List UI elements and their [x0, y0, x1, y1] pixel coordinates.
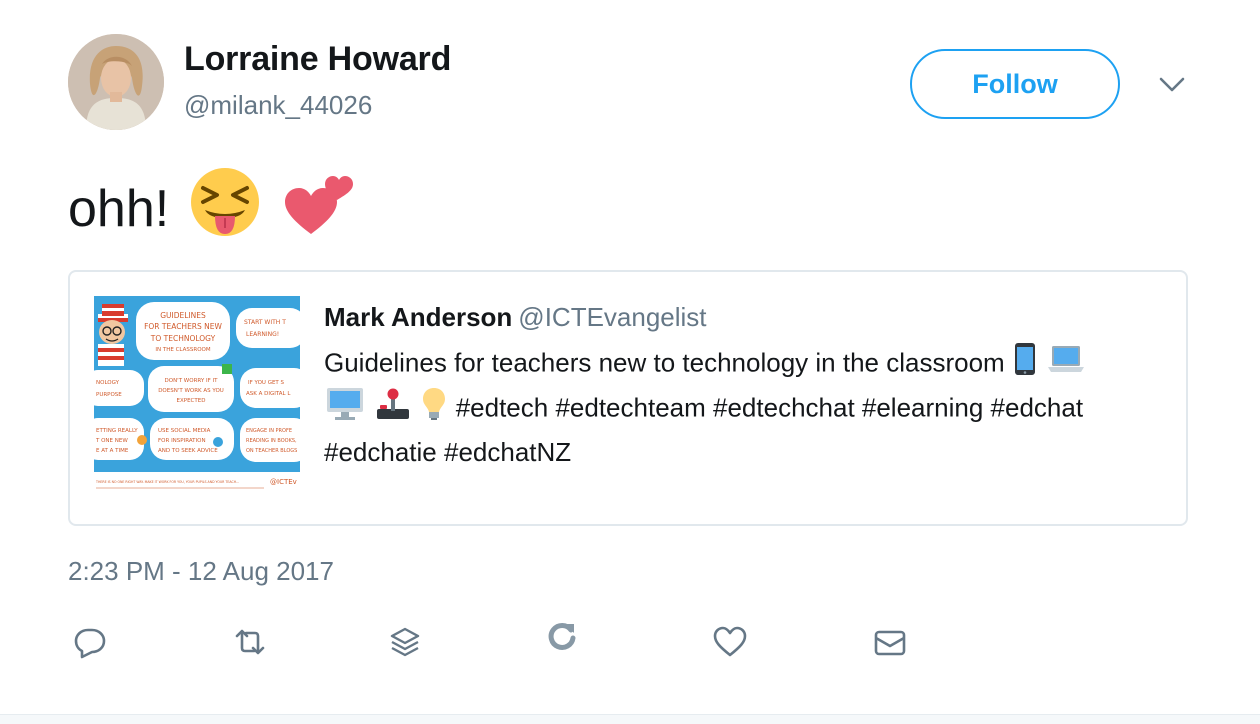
thumb-title-1: GUIDELINES [160, 311, 206, 320]
tweet-body: ohh! [68, 179, 170, 238]
laptop-icon [1047, 344, 1085, 385]
quoted-tweet-text: Guidelines for teachers new to technolog… [324, 342, 1164, 472]
thumb-right1-2: ASK A DIGITAL L [246, 391, 291, 397]
thumb-mid1-1: DON'T WORRY IF IT [165, 378, 219, 384]
quoted-hashtags-2[interactable]: #edchatie #edchatNZ [324, 437, 571, 467]
light-bulb-icon [422, 387, 446, 432]
layers-icon[interactable] [387, 624, 423, 660]
thumb-left2-2: T ONE NEW [95, 438, 128, 444]
bottom-divider [0, 714, 1260, 724]
user-name[interactable]: Lorraine Howard [184, 40, 451, 79]
thumb-left2-3: E AT A TIME [96, 448, 129, 454]
thumb-start-2: LEARNING! [246, 331, 279, 338]
thumb-start-1: START WITH T [244, 319, 286, 326]
thumb-title-2: FOR TEACHERS NEW [144, 322, 222, 331]
quoted-hashtags[interactable]: #edtech #edtechteam #edtechchat #elearni… [456, 392, 1083, 422]
mobile-phone-icon [1014, 342, 1036, 387]
user-handle[interactable]: @milank_44026 [184, 90, 372, 121]
quoted-tweet[interactable]: GUIDELINES FOR TEACHERS NEW TO TECHNOLOG… [68, 270, 1188, 526]
desktop-computer-icon [326, 387, 364, 432]
thumb-left2-1: ETTING REALLY [96, 428, 138, 434]
cartoon-figure-icon [98, 304, 128, 366]
thumb-mid1-3: EXPECTED [177, 398, 206, 404]
quoted-author: Mark Anderson @ICTEvangelist [324, 302, 707, 333]
quoted-author-handle: @ICTEvangelist [518, 302, 707, 332]
profile-photo-icon [68, 34, 164, 130]
direct-message-icon[interactable] [872, 624, 908, 660]
thumb-mid2-2: FOR INSPIRATION [158, 438, 206, 444]
like-icon[interactable] [712, 624, 748, 660]
thumb-mid1-2: DOESN'T WORK AS YOU [158, 388, 224, 394]
thumb-right1-1: IF YOU GET S [248, 380, 285, 386]
avatar[interactable] [68, 34, 164, 130]
thumb-right2-3: ON TEACHER BLOGS [246, 448, 297, 454]
tweet-timestamp[interactable]: 2:23 PM - 12 Aug 2017 [68, 556, 334, 587]
squinting-tongue-face-icon [189, 166, 261, 251]
thumb-left1-1: NOLOGY [96, 380, 120, 386]
thumb-title-3: TO TECHNOLOGY [150, 334, 216, 343]
thumb-title-4: IN THE CLASSROOM [155, 347, 210, 353]
thumb-footer: THERE IS NO ONE RIGHT WAY. MAKE IT WORK … [95, 480, 239, 484]
thumb-mid2-1: USE SOCIAL MEDIA [158, 428, 211, 434]
thumb-mid2-3: AND TO SEEK ADVICE [158, 448, 218, 454]
tweet-text: ohh! [68, 166, 354, 251]
retweet-icon[interactable] [232, 624, 268, 660]
thumb-left1-2: PURPOSE [96, 392, 122, 398]
thumb-footer-handle: @ICTEv [270, 478, 297, 486]
thumb-right2-1: ENGAGE IN PROFE [246, 428, 292, 434]
joystick-icon [375, 387, 411, 432]
quoted-tweet-thumbnail[interactable]: GUIDELINES FOR TEACHERS NEW TO TECHNOLOG… [94, 296, 300, 502]
chevron-down-icon[interactable] [1158, 72, 1186, 96]
refresh-icon[interactable] [544, 618, 580, 654]
thumb-right2-2: READING IN BOOKS, [246, 438, 297, 444]
quoted-text-main: Guidelines for teachers new to technolog… [324, 347, 1005, 378]
quoted-author-name: Mark Anderson [324, 302, 513, 332]
reply-icon[interactable] [72, 624, 108, 660]
follow-button[interactable]: Follow [910, 49, 1120, 119]
two-hearts-icon [281, 166, 354, 251]
